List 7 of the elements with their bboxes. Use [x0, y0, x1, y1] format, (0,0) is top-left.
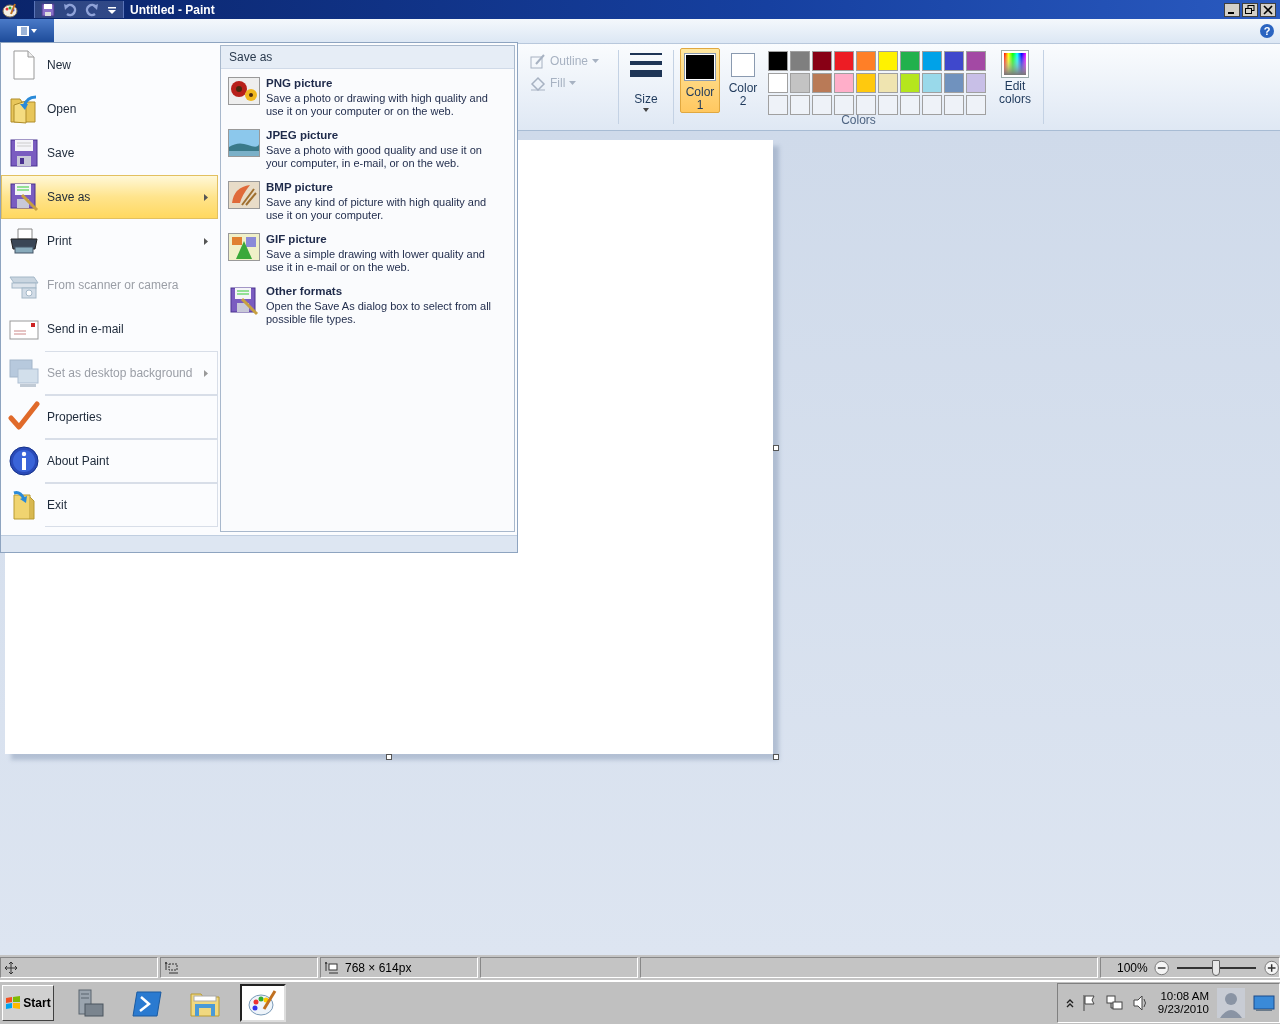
submenu-title: Save as — [221, 46, 514, 69]
group-label: Colors — [840, 113, 877, 127]
clock-date: 9/23/2010 — [1157, 1003, 1209, 1016]
zoom-level-text: 100% — [1117, 960, 1148, 975]
canvas-size-text: 768 × 614px — [345, 960, 412, 975]
window-title: Untitled - Paint — [130, 2, 216, 17]
clock-time: 10:08 AM — [1160, 990, 1209, 1003]
